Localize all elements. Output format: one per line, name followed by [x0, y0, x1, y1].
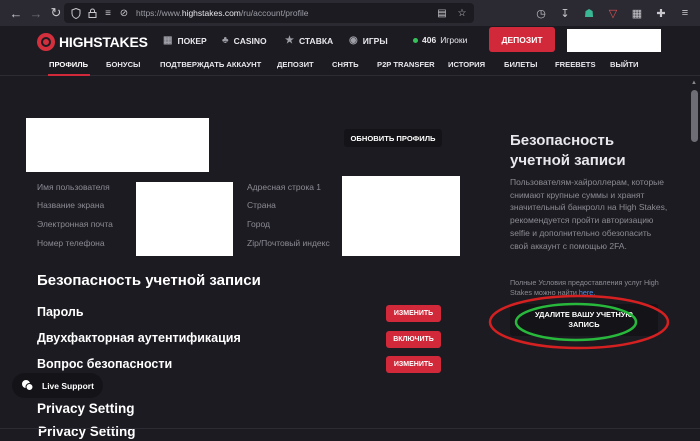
gamepad-icon: ◉ [349, 35, 358, 46]
tab-freebets[interactable]: FREEBETS [555, 60, 596, 69]
redacted-address-values [342, 176, 460, 256]
annotation-ellipses [488, 294, 670, 350]
deposit-button[interactable]: ДЕПОЗИТ [489, 27, 555, 52]
change-password-button[interactable]: ИЗМЕНИТЬ [386, 305, 441, 322]
tab-bonuses[interactable]: БОНУСЫ [106, 60, 141, 69]
privacy-setting-heading-2: Privacy Setting [38, 424, 136, 439]
security-question-label: Вопрос безопасности [37, 357, 173, 371]
redacted-user-area [567, 29, 661, 52]
redacted-personal-values [136, 182, 233, 256]
city-label: Город [247, 219, 270, 229]
tab-profile[interactable]: ПРОФИЛЬ [49, 60, 88, 69]
password-label: Пароль [37, 305, 84, 319]
casino-icon: ♣ [222, 35, 229, 46]
nav-games[interactable]: ◉ ИГРЫ [349, 35, 388, 46]
online-players: 406 Игроки [413, 35, 467, 45]
zip-label: Zip/Почтовый индекс [247, 238, 330, 248]
tab-verify-account[interactable]: ПОДТВЕРЖДАТЬ АККАУНТ [160, 60, 261, 69]
two-factor-label: Двухфакторная аутентификация [37, 331, 241, 345]
privacy-setting-heading: Privacy Setting [37, 401, 135, 416]
logo-icon [37, 33, 55, 51]
active-tab-indicator [48, 74, 90, 76]
live-support-button[interactable]: Live Support [12, 373, 103, 398]
tab-withdraw[interactable]: СНЯТЬ [332, 60, 359, 69]
tab-history[interactable]: ИСТОРИЯ [448, 60, 485, 69]
shield-icon[interactable] [68, 5, 84, 21]
permissions-icon[interactable]: ≡ [100, 5, 116, 21]
page-scrollbar[interactable]: ▲ [688, 76, 700, 441]
nav-poker[interactable]: ▦ ПОКЕР [163, 35, 207, 46]
container-icon[interactable]: ▦ [628, 3, 646, 23]
nav-casino[interactable]: ♣ CASINO [222, 35, 267, 46]
change-security-question-button[interactable]: ИЗМЕНИТЬ [386, 356, 441, 373]
country-label: Страна [247, 200, 276, 210]
tab-logout[interactable]: ВЫЙТИ [610, 60, 638, 69]
downloads-icon[interactable]: ↧ [556, 3, 574, 23]
reload-icon[interactable]: ↻ [46, 3, 66, 23]
enable-2fa-button[interactable]: ВКЛЮЧИТЬ [386, 331, 441, 348]
email-label: Электронная почта [37, 219, 113, 229]
sidebar-security-text: Пользователям-хайроллерам, которые снима… [510, 177, 668, 251]
divider [0, 428, 700, 429]
scroll-up-icon[interactable]: ▲ [691, 80, 697, 86]
sidebar-security-title: Безопасность учетной записи [510, 132, 626, 169]
redacted-avatar-area [26, 118, 209, 172]
screen-name-label: Название экрана [37, 200, 105, 210]
poker-chip-icon: ▦ [163, 35, 173, 46]
browser-toolbar: ← → ↻ ≡ ⊘ https://www.highstakes.com/ru/… [0, 0, 700, 26]
scroll-thumb[interactable] [691, 90, 698, 142]
username-label: Имя пользователя [37, 182, 110, 192]
site-logo[interactable]: HIGHSTAKES [37, 33, 148, 51]
lock-icon[interactable] [84, 5, 100, 21]
url-text: https://www.highstakes.com/ru/account/pr… [136, 8, 309, 18]
tracking-off-icon[interactable]: ⊘ [116, 5, 132, 21]
tab-p2p-transfer[interactable]: P2P TRANSFER [377, 60, 435, 69]
address-bar[interactable]: ≡ ⊘ https://www.highstakes.com/ru/accoun… [64, 3, 474, 23]
pocket-icon[interactable]: ▽ [604, 3, 622, 23]
tab-deposit[interactable]: ДЕПОЗИТ [277, 60, 314, 69]
reader-view-icon[interactable]: ▤ [434, 5, 450, 21]
menu-icon[interactable]: ≡ [676, 3, 694, 23]
nav-bet[interactable]: ★ СТАВКА [285, 35, 333, 46]
account-subnav: ПРОФИЛЬ БОНУСЫ ПОДТВЕРЖДАТЬ АККАУНТ ДЕПО… [0, 56, 700, 76]
green-annotation-ellipse [514, 302, 638, 342]
extensions-icon[interactable]: ✚ [652, 3, 670, 23]
chat-bubble-icon [20, 379, 34, 393]
forward-icon[interactable]: → [26, 3, 46, 23]
history-icon[interactable]: ◷ [532, 3, 550, 23]
address-label: Адресная строка 1 [247, 182, 322, 192]
update-profile-button[interactable]: ОБНОВИТЬ ПРОФИЛЬ [344, 129, 442, 147]
security-section-title: Безопасность учетной записи [37, 272, 261, 289]
tab-tickets[interactable]: БИЛЕТЫ [504, 60, 537, 69]
phone-label: Номер телефона [37, 238, 105, 248]
shield-extension-icon[interactable]: ☗ [580, 3, 598, 23]
online-status-dot [413, 37, 418, 43]
trophy-icon: ★ [285, 35, 294, 46]
bookmark-star-icon[interactable]: ☆ [454, 5, 470, 21]
back-icon[interactable]: ← [6, 3, 26, 23]
